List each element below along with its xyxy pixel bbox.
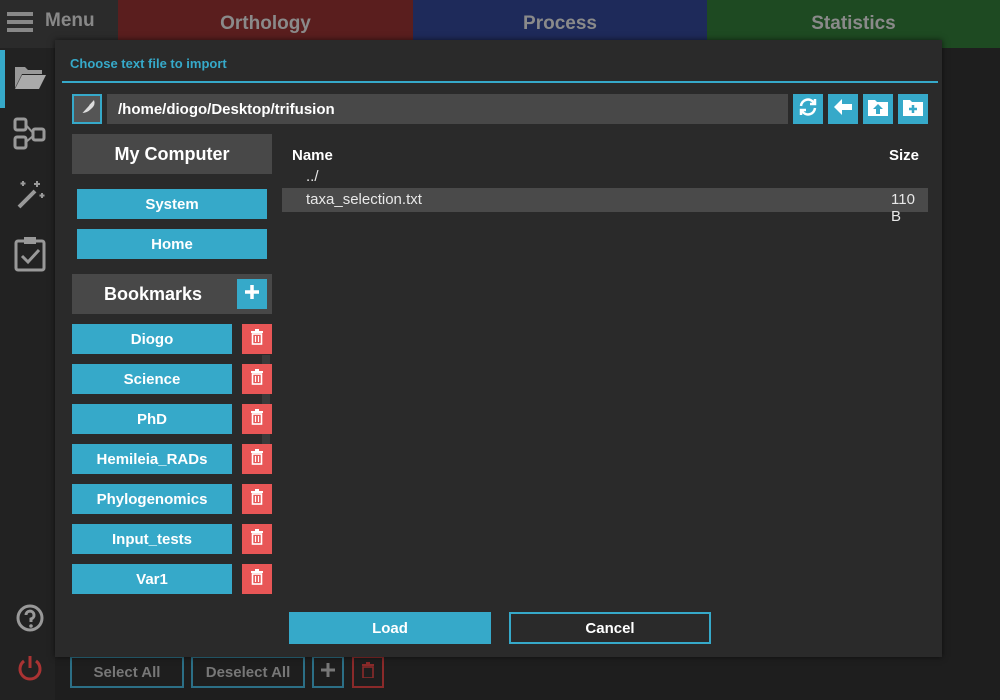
parent-dir-entry[interactable]: ../ — [306, 168, 319, 185]
home-button[interactable]: Home — [77, 229, 267, 259]
edit-path-button[interactable] — [72, 94, 102, 124]
load-label: Load — [372, 619, 408, 637]
bookmark-science[interactable]: Science — [72, 364, 232, 394]
path-text: /home/diogo/Desktop/trifusion — [118, 100, 335, 118]
system-button[interactable]: System — [77, 189, 267, 219]
tab-label: Process — [523, 13, 597, 34]
parent-folder-button[interactable] — [863, 94, 893, 124]
my-computer-header: My Computer — [72, 134, 272, 174]
file-size: 110 B — [891, 191, 915, 225]
tab-label: Orthology — [220, 13, 311, 34]
bookmark-label: Hemileia_RADs — [96, 450, 208, 468]
refresh-icon — [797, 96, 819, 123]
help-icon — [15, 603, 45, 638]
bookmark-phd[interactable]: PhD — [72, 404, 232, 434]
bookmark-input-tests[interactable]: Input_tests — [72, 524, 232, 554]
bookmark-label: Input_tests — [111, 530, 192, 548]
delete-bookmark-button[interactable] — [242, 564, 272, 594]
sidebar-selection-indicator — [0, 50, 5, 108]
delete-bookmark-button[interactable] — [242, 364, 272, 394]
back-button[interactable] — [828, 94, 858, 124]
file-row[interactable]: taxa_selection.txt 110 B — [282, 188, 928, 225]
import-dialog: Choose text file to import /home/diogo/D… — [55, 40, 942, 657]
network-icon — [13, 117, 47, 156]
sidebar-item-help[interactable] — [12, 602, 48, 638]
bookmark-label: Phylogenomics — [96, 490, 208, 508]
bookmark-label: Diogo — [130, 330, 174, 348]
system-label: System — [145, 195, 199, 213]
trash-icon — [250, 408, 264, 430]
select-all-button[interactable]: Select All — [70, 656, 184, 688]
sidebar-item-process[interactable] — [12, 178, 48, 214]
folder-up-icon — [867, 97, 889, 122]
delete-bookmark-button[interactable] — [242, 324, 272, 354]
delete-bookmark-button[interactable] — [242, 444, 272, 474]
file-name: taxa_selection.txt — [306, 191, 422, 208]
plus-icon — [321, 663, 335, 681]
trash-icon — [361, 662, 375, 682]
refresh-button[interactable] — [793, 94, 823, 124]
path-input[interactable]: /home/diogo/Desktop/trifusion — [107, 94, 788, 124]
trash-icon — [250, 568, 264, 590]
tab-label: Statistics — [811, 13, 896, 34]
plus-icon — [244, 284, 260, 305]
deselect-all-button[interactable]: Deselect All — [191, 656, 305, 688]
folder-plus-icon — [902, 97, 924, 122]
deselect-all-label: Deselect All — [205, 663, 291, 681]
bookmark-phylogenomics[interactable]: Phylogenomics — [72, 484, 232, 514]
folder-open-icon — [13, 61, 47, 96]
load-button[interactable]: Load — [289, 612, 491, 644]
bookmark-var1[interactable]: Var1 — [72, 564, 232, 594]
arrow-left-icon — [833, 98, 853, 121]
trash-icon — [250, 488, 264, 510]
trash-icon — [250, 368, 264, 390]
power-icon — [15, 653, 45, 688]
trash-icon — [250, 448, 264, 470]
bookmark-diogo[interactable]: Diogo — [72, 324, 232, 354]
bookmark-label: Science — [123, 370, 181, 388]
menu-label: Menu — [45, 10, 95, 31]
add-bookmark-button[interactable] — [237, 279, 267, 309]
add-button[interactable] — [312, 656, 344, 688]
trash-icon — [250, 528, 264, 550]
cancel-button[interactable]: Cancel — [509, 612, 711, 644]
name-column-header[interactable]: Name — [292, 147, 333, 164]
feather-icon — [77, 97, 97, 122]
bookmark-label: Var1 — [136, 570, 168, 588]
magic-wand-icon — [13, 177, 47, 216]
title-divider — [62, 81, 938, 83]
trash-icon — [250, 328, 264, 350]
cancel-label: Cancel — [585, 619, 635, 637]
size-column-header[interactable]: Size — [889, 147, 919, 164]
sidebar-item-statistics[interactable] — [12, 236, 48, 277]
sidebar-item-open[interactable] — [12, 60, 48, 96]
delete-bookmark-button[interactable] — [242, 524, 272, 554]
dialog-title: Choose text file to import — [70, 56, 227, 71]
bookmarks-label: Bookmarks — [103, 283, 203, 304]
home-label: Home — [151, 235, 193, 253]
bookmark-label: PhD — [137, 410, 167, 428]
hamburger-icon — [7, 11, 33, 33]
bookmark-hemileia-rads[interactable]: Hemileia_RADs — [72, 444, 232, 474]
clipboard-check-icon — [13, 236, 47, 277]
sidebar-item-orthology[interactable] — [12, 117, 48, 156]
delete-bookmark-button[interactable] — [242, 484, 272, 514]
new-folder-button[interactable] — [898, 94, 928, 124]
select-all-label: Select All — [93, 663, 161, 681]
sidebar-item-power[interactable] — [12, 652, 48, 688]
delete-button[interactable] — [352, 656, 384, 688]
delete-bookmark-button[interactable] — [242, 404, 272, 434]
my-computer-label: My Computer — [114, 143, 230, 164]
